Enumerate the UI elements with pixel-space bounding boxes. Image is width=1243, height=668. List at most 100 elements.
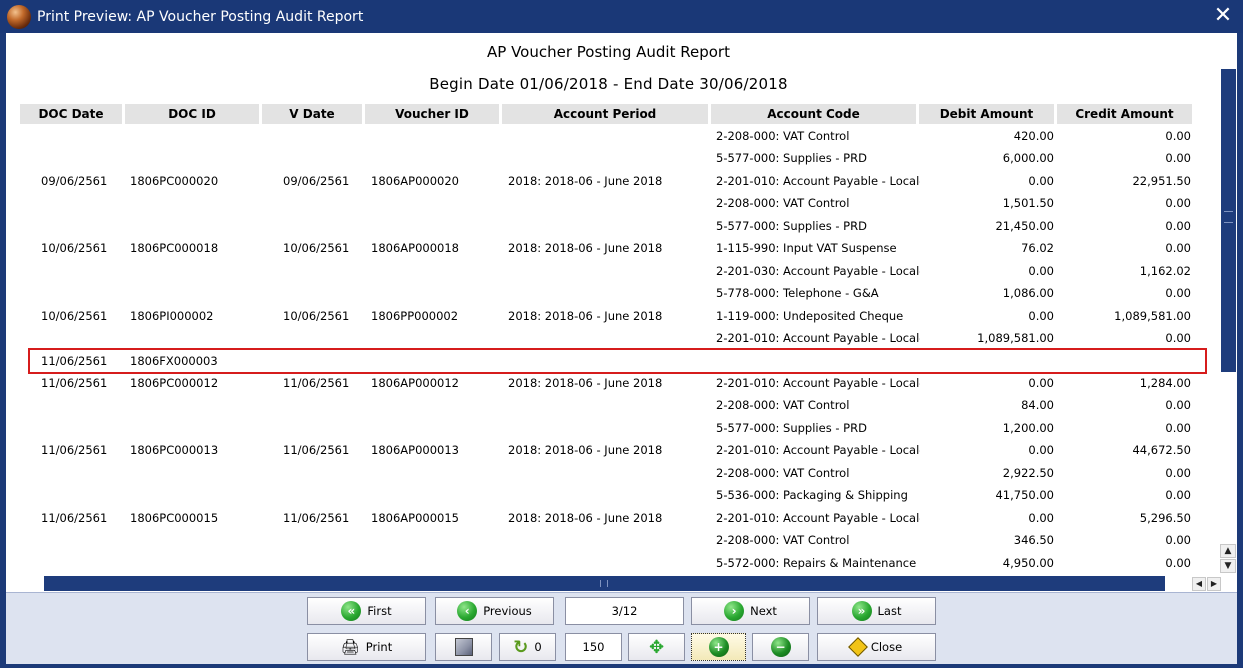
cell-voucher-id: 1806AP000020 xyxy=(371,174,459,188)
cell-period xyxy=(508,465,708,481)
vertical-scrollbar[interactable]: ▲ ▼ xyxy=(1219,33,1237,592)
double-chevron-right-icon: » xyxy=(851,601,872,621)
cell-account: 5-572-000: Repairs & Maintenance - xyxy=(716,556,920,570)
cell-account: 2-208-000: VAT Control xyxy=(716,196,850,210)
print-button[interactable]: 🖨 Print xyxy=(307,633,426,661)
cell-period xyxy=(508,128,708,144)
report-date-range: Begin Date 01/06/2018 - End Date 30/06/2… xyxy=(429,75,788,93)
cell-debit: 1,200.00 xyxy=(1002,421,1054,435)
cell-credit: 0.00 xyxy=(1165,398,1191,412)
fit-page-button[interactable]: ✥ xyxy=(628,633,685,661)
cell-account: 5-778-000: Telephone - G&A xyxy=(716,286,879,300)
cell-v-date xyxy=(283,285,363,301)
cell-voucher-id xyxy=(371,420,491,436)
rotate-value: 0 xyxy=(534,640,542,654)
cell-doc-date xyxy=(41,420,121,436)
scroll-up-icon[interactable]: ▲ xyxy=(1220,544,1236,558)
window-close-icon[interactable]: ✕ xyxy=(1212,5,1234,27)
scroll-left-icon[interactable]: ◀ xyxy=(1192,577,1206,591)
cell-debit: 0.00 xyxy=(1028,511,1054,525)
col-header-voucher-id: Voucher ID xyxy=(365,104,499,124)
col-header-account-code: Account Code xyxy=(711,104,916,124)
cell-doc-date xyxy=(41,397,121,413)
cell-period xyxy=(508,263,708,279)
cell-v-date: 11/06/2561 xyxy=(283,511,350,525)
cell-credit: 0.00 xyxy=(1165,241,1191,255)
scroll-right-icon[interactable]: ▶ xyxy=(1207,577,1221,591)
cell-account: 2-208-000: VAT Control xyxy=(716,533,850,547)
cell-doc-date: 11/06/2561 xyxy=(41,511,108,525)
cell-doc-date xyxy=(41,150,121,166)
cell-debit: 1,086.00 xyxy=(1002,286,1054,300)
cell-doc-date xyxy=(41,285,121,301)
cell-credit: 0.00 xyxy=(1165,556,1191,570)
zoom-field[interactable]: 150 xyxy=(565,633,622,661)
cell-v-date xyxy=(283,263,363,279)
first-label: First xyxy=(367,604,392,618)
cell-period: 2018: 2018-06 - June 2018 xyxy=(508,443,663,457)
cell-doc-id xyxy=(130,263,250,279)
cell-credit: 1,089,581.00 xyxy=(1114,309,1191,323)
cell-doc-id xyxy=(130,330,250,346)
cell-v-date: 10/06/2561 xyxy=(283,309,350,323)
cell-credit: 0.00 xyxy=(1165,219,1191,233)
plus-icon: + xyxy=(708,637,729,657)
zoom-in-button[interactable]: + xyxy=(691,633,746,661)
col-header-account-period: Account Period xyxy=(502,104,708,124)
cell-credit: 0.00 xyxy=(1165,466,1191,480)
cell-period: 2018: 2018-06 - June 2018 xyxy=(508,241,663,255)
cell-account: 2-208-000: VAT Control xyxy=(716,398,850,412)
cell-v-date: 10/06/2561 xyxy=(283,241,350,255)
horizontal-scrollbar[interactable]: ◀ ▶ xyxy=(44,575,1221,592)
cell-doc-id xyxy=(130,150,250,166)
cell-account: 5-577-000: Supplies - PRD xyxy=(716,421,867,435)
next-label: Next xyxy=(750,604,777,618)
cell-doc-id: 1806PC000015 xyxy=(130,511,219,525)
window-title: Print Preview: AP Voucher Posting Audit … xyxy=(37,9,364,25)
next-page-button[interactable]: › Next xyxy=(691,597,810,625)
cell-v-date xyxy=(283,218,363,234)
previous-page-button[interactable]: ‹ Previous xyxy=(435,597,554,625)
scroll-down-icon[interactable]: ▼ xyxy=(1220,559,1236,573)
cell-v-date xyxy=(283,150,363,166)
cell-voucher-id xyxy=(371,397,491,413)
cell-v-date xyxy=(283,555,363,571)
app-logo-icon xyxy=(7,5,31,29)
double-chevron-left-icon: « xyxy=(341,601,362,621)
cell-credit: 0.00 xyxy=(1165,488,1191,502)
horizontal-scroll-thumb[interactable] xyxy=(44,576,1165,591)
cell-account: 2-201-010: Account Payable - Local-' xyxy=(716,174,920,188)
cell-debit: 0.00 xyxy=(1028,264,1054,278)
rotate-button[interactable]: ↻ 0 xyxy=(499,633,556,661)
vertical-scroll-thumb[interactable] xyxy=(1221,69,1236,372)
last-page-button[interactable]: » Last xyxy=(817,597,936,625)
report-viewport[interactable]: AP Voucher Posting Audit Report Begin Da… xyxy=(6,33,1237,592)
col-header-v-date: V Date xyxy=(262,104,362,124)
cell-voucher-id xyxy=(371,218,491,234)
print-label: Print xyxy=(365,640,393,654)
first-page-button[interactable]: « First xyxy=(307,597,426,625)
cell-credit: 0.00 xyxy=(1165,196,1191,210)
cell-doc-date xyxy=(41,487,121,503)
cell-credit: 1,284.00 xyxy=(1139,376,1191,390)
cell-debit: 4,950.00 xyxy=(1002,556,1054,570)
cell-credit: 0.00 xyxy=(1165,533,1191,547)
page-indicator[interactable]: 3/12 xyxy=(565,597,684,625)
cell-doc-date: 11/06/2561 xyxy=(41,376,108,390)
cell-doc-id xyxy=(130,465,250,481)
cell-account: 2-208-000: VAT Control xyxy=(716,129,850,143)
cell-v-date xyxy=(283,532,363,548)
cell-v-date: 11/06/2561 xyxy=(283,443,350,457)
close-button[interactable]: Close xyxy=(817,633,936,661)
minus-icon: − xyxy=(770,637,791,657)
cell-period: 2018: 2018-06 - June 2018 xyxy=(508,511,663,525)
cell-debit: 6,000.00 xyxy=(1002,151,1054,165)
cell-period xyxy=(508,218,708,234)
export-button[interactable] xyxy=(435,633,492,661)
preview-toolbar: « First ‹ Previous 3/12 › Next » Last 🖨 … xyxy=(6,592,1237,664)
highlighted-row-box xyxy=(28,348,1207,374)
zoom-out-button[interactable]: − xyxy=(752,633,809,661)
cell-debit: 76.02 xyxy=(1021,241,1054,255)
cell-v-date xyxy=(283,330,363,346)
cell-debit: 346.50 xyxy=(1013,533,1054,547)
